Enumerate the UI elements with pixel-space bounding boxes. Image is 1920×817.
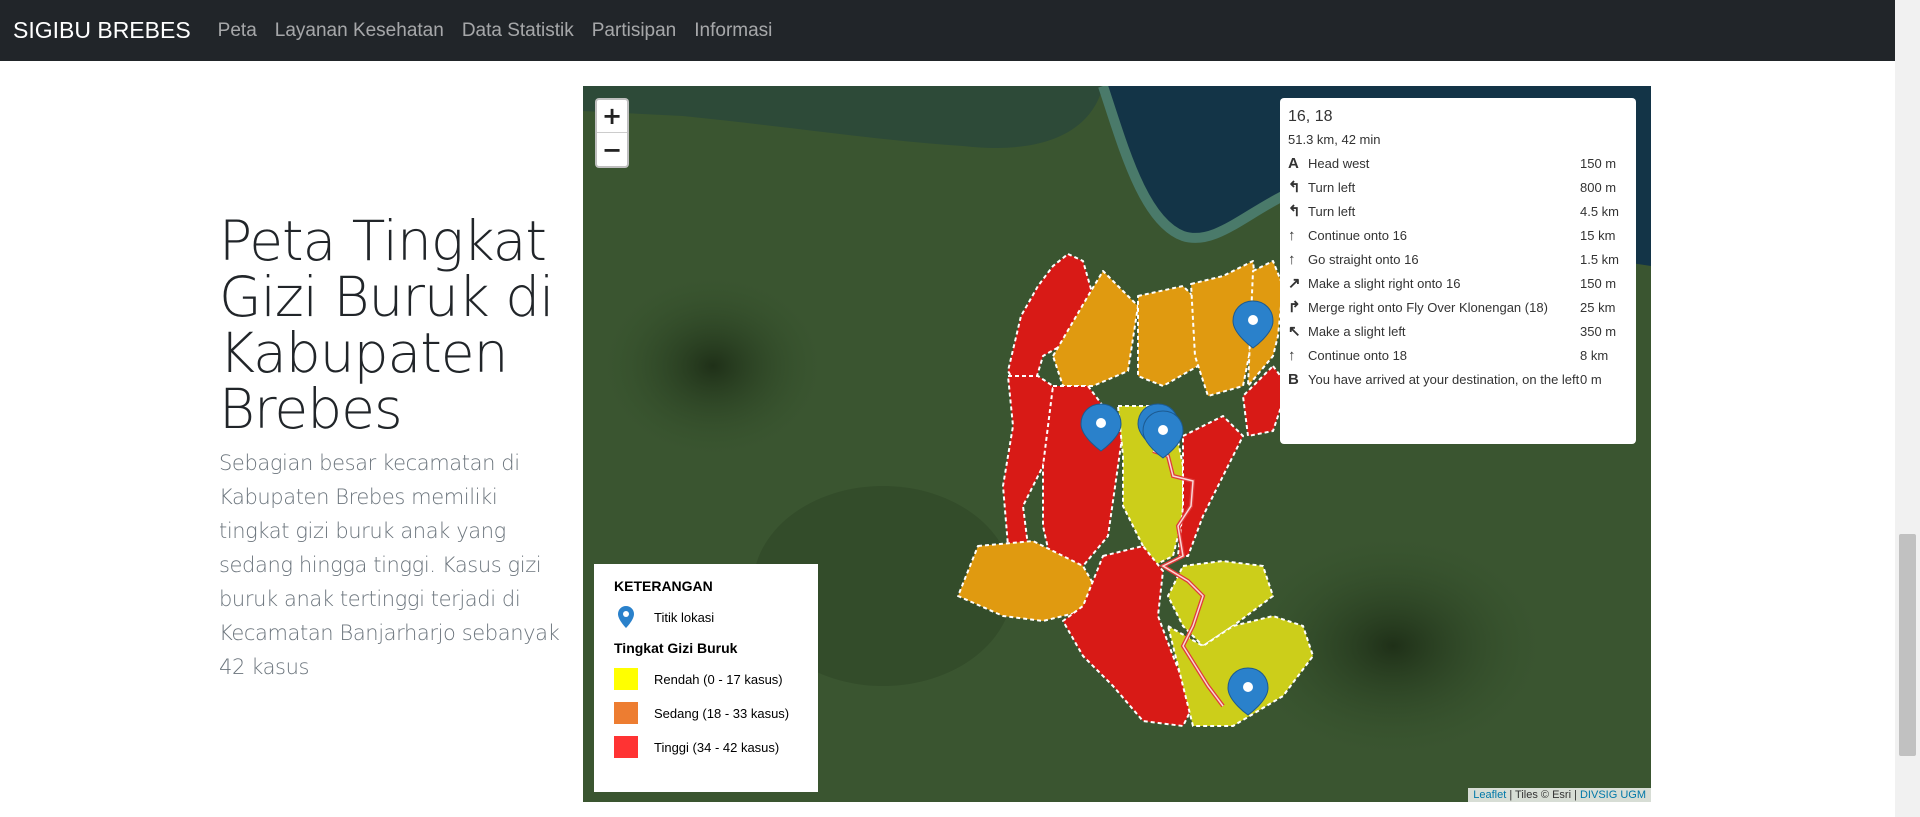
- route-step-distance: 4.5 km: [1580, 204, 1620, 219]
- route-step[interactable]: B You have arrived at your destination, o…: [1288, 372, 1628, 388]
- route-step[interactable]: ↑ Continue onto 18 8 km: [1288, 348, 1628, 364]
- route-step[interactable]: A Head west 150 m: [1288, 156, 1628, 172]
- slight-left-icon: ↖: [1288, 323, 1301, 340]
- legend-item-sedang: Sedang (18 - 33 kasus): [614, 702, 818, 724]
- merge-right-icon: ↱: [1288, 299, 1301, 316]
- continue-straight-icon: ↑: [1288, 251, 1296, 268]
- legend-swatch-rendah: [614, 668, 638, 690]
- route-step-distance: 150 m: [1580, 156, 1617, 171]
- legend-swatch-sedang: [614, 702, 638, 724]
- route-step-distance: 350 m: [1580, 324, 1617, 339]
- continue-straight-icon: ↑: [1288, 347, 1296, 364]
- turn-left-icon: ↰: [1288, 203, 1301, 220]
- attribution-tiles: | Tiles © Esri |: [1506, 789, 1580, 801]
- route-step-distance: 800 m: [1580, 180, 1617, 195]
- legend-item-location: Titik lokasi: [614, 606, 818, 628]
- route-summary: 51.3 km, 42 min: [1288, 132, 1381, 147]
- mountain-west: [603, 276, 823, 456]
- route-step-text: You have arrived at your destination, on…: [1308, 372, 1580, 387]
- nav-link-layanan-kesehatan[interactable]: Layanan Kesehatan: [275, 20, 444, 42]
- route-step[interactable]: ↱ Merge right onto Fly Over Klonengan (18…: [1288, 300, 1628, 316]
- page-title: Peta Tingkat Gizi Buruk di Kabupaten Bre…: [219, 209, 554, 441]
- route-step-text: Go straight onto 16: [1308, 252, 1419, 267]
- route-step[interactable]: ↖ Make a slight left 350 m: [1288, 324, 1628, 340]
- legend-subtitle: Tingkat Gizi Buruk: [614, 640, 738, 656]
- destination-marker-icon: B: [1288, 371, 1299, 388]
- route-step[interactable]: ↑ Continue onto 16 15 km: [1288, 228, 1628, 244]
- map-container[interactable]: + − 16, 18 51.3 km, 42 min A Head west 150…: [583, 86, 1651, 802]
- route-step[interactable]: ↰ Turn left 4.5 km: [1288, 204, 1628, 220]
- route-step[interactable]: ↑ Go straight onto 16 1.5 km: [1288, 252, 1628, 268]
- route-step-distance: 8 km: [1580, 348, 1609, 363]
- brand-link[interactable]: SIGIBU BREBES: [13, 17, 191, 44]
- legend-location-label: Titik lokasi: [654, 609, 715, 625]
- page-description: Sebagian besar kecamatan di Kabupaten Br…: [219, 451, 560, 679]
- route-step-distance: 1.5 km: [1580, 252, 1620, 267]
- scrollbar-thumb[interactable]: [1899, 534, 1916, 756]
- legend-title: KETERANGAN: [614, 578, 713, 594]
- route-step-distance: 25 km: [1580, 300, 1616, 315]
- route-step-text: Make a slight right onto 16: [1308, 276, 1461, 291]
- route-step-text: Make a slight left: [1308, 324, 1406, 339]
- nav-link-informasi[interactable]: Informasi: [694, 20, 772, 42]
- map-legend: KETERANGAN Titik lokasi Tingkat Gizi Bur…: [594, 564, 818, 792]
- route-title: 16, 18: [1288, 108, 1333, 125]
- routing-panel: 16, 18 51.3 km, 42 min A Head west 150 m ↰…: [1280, 98, 1636, 444]
- route-step[interactable]: ↗ Make a slight right onto 16 150 m: [1288, 276, 1628, 292]
- legend-item-tinggi: Tinggi (34 - 42 kasus): [614, 736, 818, 758]
- route-step-text: Head west: [1308, 156, 1370, 171]
- continue-straight-icon: ↑: [1288, 227, 1296, 244]
- map-marker-icon: [614, 606, 638, 628]
- slight-right-icon: ↗: [1288, 275, 1301, 292]
- route-step-text: Continue onto 18: [1308, 348, 1408, 363]
- route-step-distance: 0 m: [1580, 372, 1602, 387]
- divsig-ugm-link[interactable]: DIVSIG UGM: [1580, 789, 1646, 801]
- leaflet-link[interactable]: Leaflet: [1473, 789, 1506, 801]
- route-step-text: Turn left: [1308, 180, 1356, 195]
- legend-swatch-tinggi: [614, 736, 638, 758]
- nav-link-partisipan[interactable]: Partisipan: [592, 20, 677, 42]
- route-step-distance: 150 m: [1580, 276, 1617, 291]
- route-step-text: Turn left: [1308, 204, 1356, 219]
- map-attribution: Leaflet | Tiles © Esri | DIVSIG UGM: [1468, 788, 1651, 802]
- route-step[interactable]: ↰ Turn left 800 m: [1288, 180, 1628, 196]
- legend-label-tinggi: Tinggi (34 - 42 kasus): [654, 739, 780, 755]
- nav-link-data-statistik[interactable]: Data Statistik: [462, 20, 574, 42]
- route-step-text: Continue onto 16: [1308, 228, 1408, 243]
- navbar: SIGIBU BREBES Peta Layanan Kesehatan Dat…: [0, 0, 1895, 61]
- route-step-text: Merge right onto Fly Over Klonengan (18): [1308, 300, 1548, 315]
- legend-label-rendah: Rendah (0 - 17 kasus): [654, 671, 783, 687]
- route-step-distance: 15 km: [1580, 228, 1616, 243]
- nav-link-peta[interactable]: Peta: [218, 20, 257, 42]
- start-marker-icon: A: [1288, 155, 1299, 172]
- zoom-in-button[interactable]: +: [597, 100, 627, 133]
- legend-item-rendah: Rendah (0 - 17 kasus): [614, 668, 818, 690]
- zoom-control: + −: [595, 98, 629, 168]
- legend-label-sedang: Sedang (18 - 33 kasus): [654, 705, 790, 721]
- zoom-out-button[interactable]: −: [597, 133, 627, 166]
- turn-left-icon: ↰: [1288, 179, 1301, 196]
